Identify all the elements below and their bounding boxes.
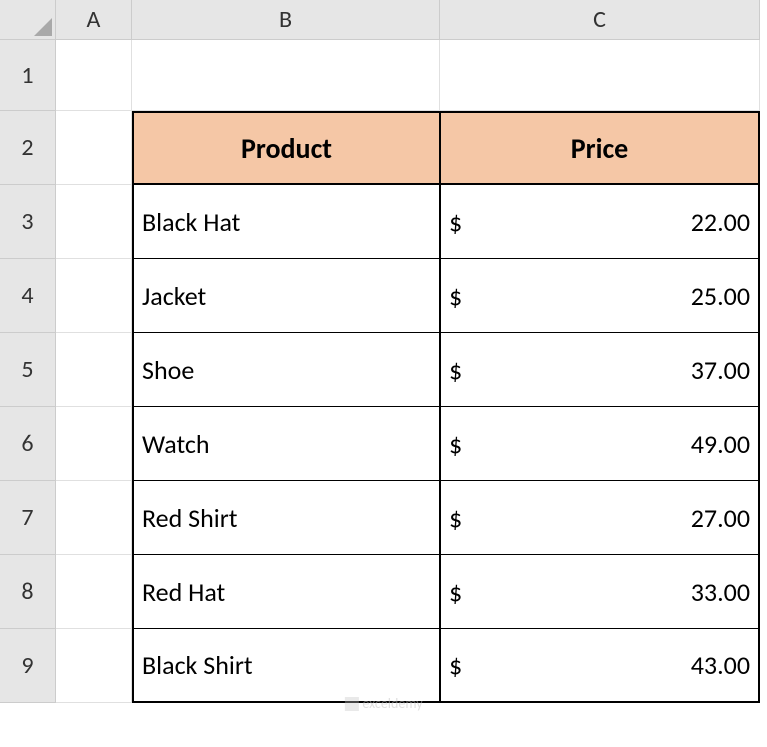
table-row[interactable]: $ 27.00 — [440, 481, 760, 555]
cell-a3[interactable] — [56, 185, 132, 259]
row-header-9[interactable]: 9 — [0, 629, 56, 703]
cell-a2[interactable] — [56, 111, 132, 185]
row-header-7[interactable]: 7 — [0, 481, 56, 555]
row-header-4[interactable]: 4 — [0, 259, 56, 333]
table-row[interactable]: $ 25.00 — [440, 259, 760, 333]
row-header-1[interactable]: 1 — [0, 40, 56, 111]
price-value: 49.00 — [691, 428, 750, 460]
select-all-corner[interactable] — [0, 0, 56, 40]
table-row[interactable]: Shoe — [132, 333, 440, 407]
currency-symbol: $ — [449, 649, 462, 681]
price-value: 25.00 — [691, 280, 750, 312]
cell-c1[interactable] — [440, 40, 760, 111]
table-row[interactable]: Black Shirt — [132, 629, 440, 703]
col-header-c[interactable]: C — [440, 0, 760, 40]
currency-symbol: $ — [449, 280, 462, 312]
currency-symbol: $ — [449, 576, 462, 608]
table-row[interactable]: $ 22.00 — [440, 185, 760, 259]
cell-a1[interactable] — [56, 40, 132, 111]
row-header-5[interactable]: 5 — [0, 333, 56, 407]
currency-symbol: $ — [449, 206, 462, 238]
col-header-b[interactable]: B — [132, 0, 440, 40]
table-row[interactable]: $ 37.00 — [440, 333, 760, 407]
row-header-8[interactable]: 8 — [0, 555, 56, 629]
price-value: 22.00 — [691, 206, 750, 238]
spreadsheet-grid: A B C 1 2 Product Price 3 Black Hat $ 22… — [0, 0, 767, 703]
cell-a4[interactable] — [56, 259, 132, 333]
cell-b1[interactable] — [132, 40, 440, 111]
table-row[interactable]: $ 43.00 — [440, 629, 760, 703]
cell-a8[interactable] — [56, 555, 132, 629]
col-header-a[interactable]: A — [56, 0, 132, 40]
cell-a7[interactable] — [56, 481, 132, 555]
table-row[interactable]: Red Shirt — [132, 481, 440, 555]
currency-symbol: $ — [449, 428, 462, 460]
cell-a9[interactable] — [56, 629, 132, 703]
currency-symbol: $ — [449, 354, 462, 386]
table-row[interactable]: Watch — [132, 407, 440, 481]
price-value: 43.00 — [691, 649, 750, 681]
row-header-3[interactable]: 3 — [0, 185, 56, 259]
price-value: 37.00 — [691, 354, 750, 386]
cell-a5[interactable] — [56, 333, 132, 407]
table-header-price[interactable]: Price — [440, 111, 760, 185]
table-row[interactable]: Black Hat — [132, 185, 440, 259]
table-row[interactable]: Red Hat — [132, 555, 440, 629]
row-header-2[interactable]: 2 — [0, 111, 56, 185]
currency-symbol: $ — [449, 502, 462, 534]
cell-a6[interactable] — [56, 407, 132, 481]
table-row[interactable]: $ 49.00 — [440, 407, 760, 481]
price-value: 33.00 — [691, 576, 750, 608]
table-header-product[interactable]: Product — [132, 111, 440, 185]
table-row[interactable]: $ 33.00 — [440, 555, 760, 629]
row-header-6[interactable]: 6 — [0, 407, 56, 481]
table-row[interactable]: Jacket — [132, 259, 440, 333]
price-value: 27.00 — [691, 502, 750, 534]
